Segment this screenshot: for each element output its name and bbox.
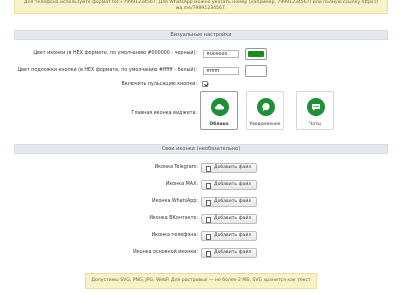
vk-icon-label: Иконка ВКонтакте: [149,216,198,221]
file-icon [206,251,211,257]
upload-button-label: Добавить файл [214,199,252,204]
main-icon-label-cloud: Облако [209,122,229,127]
pulse-checkbox[interactable] [202,81,208,87]
icon-color-input[interactable] [203,50,239,58]
cloud-icon [211,98,229,116]
file-icon [206,166,211,172]
icon-color-label: Цвет иконки (в HEX формате, по умолчанию… [33,51,197,56]
chat-dots-icon [307,98,325,116]
file-format-note: Допустимы SVG, PNG, JPG, WebP. Для растр… [85,273,317,289]
max-icon-label: Иконка MAX: [165,182,198,187]
custom-icons-header: Свои иконки (необязательно) [14,144,388,154]
main-custom-icon-label: Иконка основной иконки: [133,250,198,255]
info-banner: Для телефона используйте формат tel:+799… [14,0,388,14]
visual-settings-header: Визуальные настройки [14,30,388,40]
banner-line-2: wa.me/79991234567. [175,5,227,11]
upload-button-label: Добавить файл [214,165,252,170]
upload-telegram-button[interactable]: Добавить файл [201,163,257,173]
pulse-label: Включить пульсацию кнопки: [121,82,197,87]
main-icon-label-notification: Уведомление [249,122,281,127]
icon-color-picker[interactable] [245,48,267,60]
bg-color-input[interactable] [203,67,239,75]
telegram-icon-label: Иконка Telegram: [154,165,198,170]
file-icon [206,183,211,189]
upload-main-icon-button[interactable]: Добавить файл [201,248,257,258]
whatsapp-icon-label: Иконка WhatsApp: [151,199,198,204]
file-icon [206,217,211,223]
icon-color-swatch [248,51,264,57]
bg-color-picker[interactable] [245,65,267,77]
main-icon-option-chats[interactable]: Чаты [296,91,334,130]
bg-color-label: Цвет подложки кнопки (в HEX формате, по … [17,68,197,73]
main-icon-label: Главная иконка виджета: [131,111,197,116]
bg-color-swatch [248,68,264,74]
main-icon-label-chats: Чаты [309,122,321,127]
upload-button-label: Добавить файл [214,182,252,187]
upload-max-button[interactable]: Добавить файл [201,180,257,190]
upload-button-label: Добавить файл [214,233,252,238]
main-icon-option-cloud[interactable]: Облако [200,91,238,130]
banner-line-1: Для телефона используйте формат tel:+799… [23,0,379,5]
upload-phone-button[interactable]: Добавить файл [201,231,257,241]
main-icon-option-notification[interactable]: Уведомление [246,91,284,130]
upload-whatsapp-button[interactable]: Добавить файл [201,197,257,207]
upload-vk-button[interactable]: Добавить файл [201,214,257,224]
upload-button-label: Добавить файл [214,250,252,255]
file-icon [206,200,211,206]
phone-icon-label: Иконка телефона: [151,233,198,238]
file-icon [206,234,211,240]
chat-bubble-icon [257,98,275,116]
upload-button-label: Добавить файл [214,216,252,221]
